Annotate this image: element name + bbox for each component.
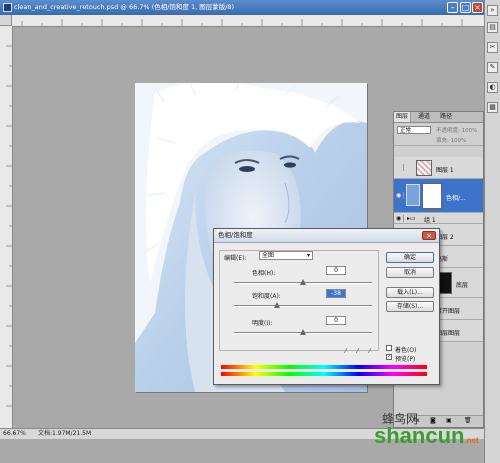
- visibility-icon[interactable]: [396, 164, 404, 171]
- opacity-label[interactable]: 不透明度: 100%: [436, 126, 477, 134]
- watermark-en-text: shancun: [374, 423, 465, 448]
- hue-saturation-dialog: 色相/饱和度 × 编辑(E): 全图 ▾ 色相(H): 0 饱和度(A): -3…: [213, 228, 440, 385]
- adjustment-group: [219, 250, 379, 351]
- color-icon[interactable]: ◐: [487, 82, 498, 93]
- horizontal-ruler-ticks: [21, 19, 463, 26]
- cancel-button[interactable]: 取消: [386, 267, 434, 278]
- adjustment-icon: [406, 184, 420, 206]
- layer-name: 底层: [456, 282, 469, 289]
- colorize-label: 着色(O): [395, 347, 417, 354]
- document-title-bar[interactable]: clean_and_creative_retouch.psd @ 66.7% (…: [0, 0, 484, 15]
- save-button[interactable]: 存储(S)...: [386, 301, 434, 312]
- layers-panel-tabs: 图层 通道 路径: [394, 112, 483, 123]
- saturation-slider[interactable]: [234, 305, 372, 307]
- layer-mask-thumbnail[interactable]: [422, 183, 442, 209]
- lightness-slider-thumb[interactable]: [300, 329, 306, 335]
- vertical-ruler-ticks: [6, 45, 12, 407]
- load-button[interactable]: 载入(L)...: [386, 287, 434, 298]
- hue-slider-thumb[interactable]: [300, 279, 306, 285]
- watermark-en: shancun.net: [374, 423, 479, 449]
- close-button[interactable]: ×: [472, 2, 483, 13]
- ruler-corner: [0, 15, 12, 26]
- edit-range-select[interactable]: 全图 ▾: [259, 251, 313, 260]
- chevron-down-icon: ▾: [306, 252, 310, 259]
- right-tool-strip: » ▤ ✂ ✎ ◐ ▦: [484, 0, 500, 463]
- eye-icon[interactable]: ◉: [396, 215, 404, 222]
- panel-toggle-icon[interactable]: »: [487, 5, 498, 16]
- layer-row-selected[interactable]: ◉ 色相/...: [394, 179, 483, 213]
- preview-checkbox[interactable]: ✓: [386, 354, 392, 360]
- edit-range-value: 全图: [262, 252, 275, 259]
- output-color-bar: [221, 372, 427, 376]
- edit-label: 编辑(E):: [224, 255, 247, 262]
- maximize-button[interactable]: □: [460, 2, 471, 13]
- layer-thumbnail: [416, 160, 432, 176]
- tab-channels[interactable]: 通道: [416, 112, 432, 122]
- dialog-title: 色相/饱和度: [218, 231, 253, 239]
- eyedropper-minus-icon[interactable]: ⁄: [369, 347, 370, 355]
- blend-mode-select[interactable]: 正常: [397, 126, 431, 134]
- eye-icon[interactable]: ◉: [396, 192, 404, 199]
- tab-paths[interactable]: 路径: [438, 112, 454, 122]
- minimize-button[interactable]: –: [447, 2, 458, 13]
- colorize-checkbox[interactable]: [386, 345, 392, 351]
- hue-label: 色相(H):: [252, 270, 276, 277]
- dialog-title-bar[interactable]: 色相/饱和度 ×: [214, 229, 439, 243]
- saturation-slider-thumb[interactable]: [273, 302, 280, 308]
- document-size[interactable]: 文档:1.97M/21.5M: [38, 429, 91, 438]
- site-watermark: 蜂鸟网 shancun.net: [370, 410, 484, 450]
- ok-button[interactable]: 确定: [386, 252, 434, 263]
- history-icon[interactable]: ▤: [487, 22, 498, 33]
- layer-name: 色相/...: [446, 195, 466, 202]
- layer-options: 正常 不透明度: 100% 填充: 100%: [394, 123, 483, 146]
- tool-presets-icon[interactable]: ✂: [487, 42, 498, 53]
- preview-label: 预览(P): [395, 356, 416, 363]
- vertical-ruler[interactable]: [0, 26, 13, 428]
- saturation-input[interactable]: -38: [326, 289, 346, 298]
- hue-input[interactable]: 0: [326, 266, 346, 275]
- photoshop-icon: [3, 3, 12, 12]
- fill-label[interactable]: 填充: 100%: [436, 136, 466, 144]
- tab-layers[interactable]: 图层: [394, 112, 412, 122]
- brush-icon[interactable]: ✎: [487, 62, 498, 73]
- zoom-level[interactable]: 66.67%: [3, 429, 26, 438]
- layer-name: 组 1: [424, 217, 436, 224]
- document-title: clean_and_creative_retouch.psd @ 66.7% (…: [14, 3, 235, 11]
- folder-icon: ▸▭: [407, 215, 416, 222]
- eyedropper-plus-icon[interactable]: ⁄: [357, 347, 358, 355]
- swatches-icon[interactable]: ▦: [487, 102, 498, 113]
- watermark-suffix: .net: [464, 436, 479, 445]
- eyedropper-icon[interactable]: ⁄: [345, 347, 346, 355]
- lightness-label: 明度(I):: [252, 320, 273, 327]
- dialog-close-button[interactable]: ×: [422, 231, 436, 240]
- saturation-label: 饱和度(A):: [252, 293, 281, 300]
- layer-row[interactable]: 图层 1: [394, 157, 483, 179]
- layer-name: 图层 1: [436, 167, 454, 174]
- input-color-bar: [221, 365, 427, 369]
- horizontal-ruler[interactable]: [12, 15, 484, 27]
- lightness-input[interactable]: 0: [326, 316, 346, 325]
- layer-group-row[interactable]: ◉ ▸▭ 组 1: [394, 213, 483, 224]
